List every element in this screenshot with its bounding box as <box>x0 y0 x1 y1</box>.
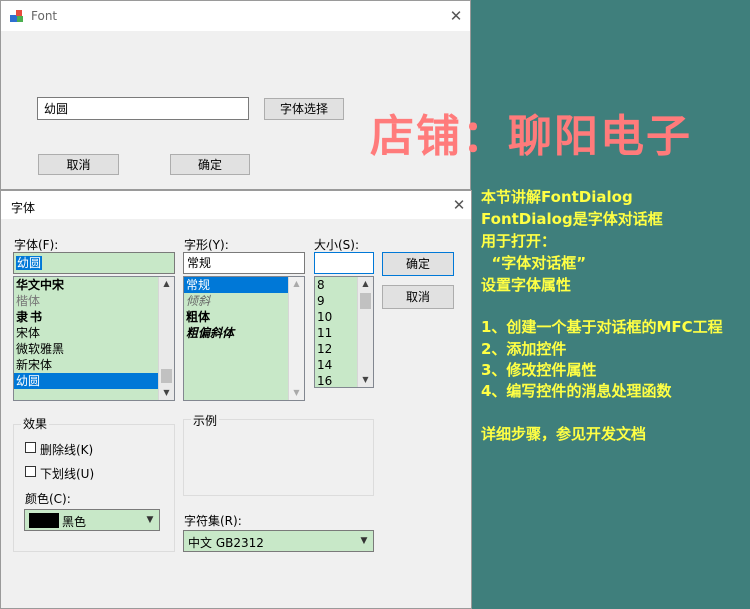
font-name-field[interactable]: 幼圆 <box>13 252 175 274</box>
strikeout-label: 删除线(K) <box>40 443 94 457</box>
info-line: 用于打开： <box>481 232 557 250</box>
style-item-bold-italic[interactable]: 粗偏斜体 <box>184 325 304 341</box>
font-item-kaiti[interactable]: 楷体 <box>14 293 174 309</box>
size-field[interactable] <box>314 252 374 274</box>
style-item-regular[interactable]: 常规 <box>184 277 304 293</box>
cancel-button[interactable]: 取消 <box>38 154 119 175</box>
dialog-title: 字体 <box>11 201 36 215</box>
scroll-down-icon[interactable]: ▼ <box>289 386 304 400</box>
font-list-scrollbar[interactable]: ▲ ▼ <box>158 277 174 400</box>
scroll-up-icon[interactable]: ▲ <box>358 277 373 291</box>
close-icon[interactable]: ✕ <box>446 6 466 26</box>
choose-font-button[interactable]: 字体选择 <box>264 98 344 120</box>
style-item-bold[interactable]: 粗体 <box>184 309 304 325</box>
sample-label: 示例 <box>191 412 220 429</box>
info-line: 本节讲解FontDialog <box>481 188 633 206</box>
info-line: 设置字体属性 <box>481 276 572 294</box>
font-item-xinsong[interactable]: 新宋体 <box>14 357 174 373</box>
scroll-up-icon[interactable]: ▲ <box>159 277 174 291</box>
font-label: 字体(F): <box>14 238 59 252</box>
charset-value: 中文 GB2312 <box>188 536 264 550</box>
info-line: FontDialog是字体对话框 <box>481 210 663 228</box>
scroll-up-icon[interactable]: ▲ <box>289 277 304 291</box>
scroll-thumb[interactable] <box>161 369 172 383</box>
info-step: 1、创建一个基于对话框的MFC工程 <box>481 318 723 336</box>
color-value: 黑色 <box>62 515 87 529</box>
dialog-cancel-button[interactable]: 取消 <box>382 285 454 309</box>
underline-checkbox[interactable] <box>25 466 36 477</box>
scroll-thumb[interactable] <box>360 293 371 309</box>
effects-group <box>13 424 175 552</box>
dialog-title-bar: 字体 ✕ <box>1 191 471 219</box>
dialog-ok-button[interactable]: 确定 <box>382 252 454 276</box>
info-step: 4、编写控件的消息处理函数 <box>481 382 672 400</box>
strikeout-checkbox[interactable] <box>25 442 36 453</box>
chevron-down-icon[interactable]: ▼ <box>355 531 373 551</box>
app-icon <box>10 10 23 22</box>
underline-label: 下划线(U) <box>40 467 95 481</box>
info-step: 2、添加控件 <box>481 340 567 358</box>
style-label: 字形(Y): <box>184 238 229 252</box>
chevron-down-icon[interactable]: ▼ <box>141 510 159 530</box>
size-label: 大小(S): <box>314 238 360 252</box>
font-item-huawen[interactable]: 华文中宋 <box>14 277 174 293</box>
font-dialog: 字体 ✕ 字体(F): 幼圆 华文中宋 楷体 隶书 宋体 微软雅黑 新宋体 幼圆… <box>0 190 472 609</box>
font-name-input[interactable]: 幼圆 <box>37 97 249 120</box>
app-title: Font <box>31 9 58 23</box>
font-item-songti[interactable]: 宋体 <box>14 325 174 341</box>
color-swatch <box>29 513 59 528</box>
ok-button[interactable]: 确定 <box>170 154 250 175</box>
charset-label: 字符集(R): <box>184 514 242 528</box>
style-item-italic[interactable]: 倾斜 <box>184 293 304 309</box>
watermark-text: 店铺：聊阳电子 <box>370 111 692 162</box>
charset-select[interactable]: 中文 GB2312 ▼ <box>183 530 374 552</box>
font-item-lishu[interactable]: 隶书 <box>14 309 174 325</box>
info-step: 3、修改控件属性 <box>481 361 597 379</box>
font-item-youyuan[interactable]: 幼圆 <box>14 373 174 389</box>
style-list-scrollbar[interactable]: ▲ ▼ <box>288 277 304 400</box>
font-list[interactable]: 华文中宋 楷体 隶书 宋体 微软雅黑 新宋体 幼圆 ▲ ▼ <box>13 276 175 401</box>
sample-group <box>183 419 374 496</box>
scroll-down-icon[interactable]: ▼ <box>159 386 174 400</box>
font-item-yahei[interactable]: 微软雅黑 <box>14 341 174 357</box>
style-field[interactable]: 常规 <box>183 252 305 274</box>
app-title-bar: Font ✕ <box>1 1 470 31</box>
size-list[interactable]: 8 9 10 11 12 14 16 ▲ ▼ <box>314 276 374 388</box>
font-name-value: 幼圆 <box>16 256 43 270</box>
info-line: 详细步骤，参见开发文档 <box>481 425 647 443</box>
color-label: 颜色(C): <box>25 492 71 506</box>
info-line: “字体对话框” <box>481 254 587 272</box>
effects-label: 效果 <box>21 415 50 432</box>
font-list-items: 华文中宋 楷体 隶书 宋体 微软雅黑 新宋体 幼圆 <box>14 277 174 389</box>
scroll-down-icon[interactable]: ▼ <box>358 373 373 387</box>
color-select[interactable]: 黑色 ▼ <box>24 509 160 531</box>
size-list-scrollbar[interactable]: ▲ ▼ <box>357 277 373 387</box>
dialog-close-icon[interactable]: ✕ <box>449 195 469 215</box>
style-list[interactable]: 常规 倾斜 粗体 粗偏斜体 ▲ ▼ <box>183 276 305 401</box>
